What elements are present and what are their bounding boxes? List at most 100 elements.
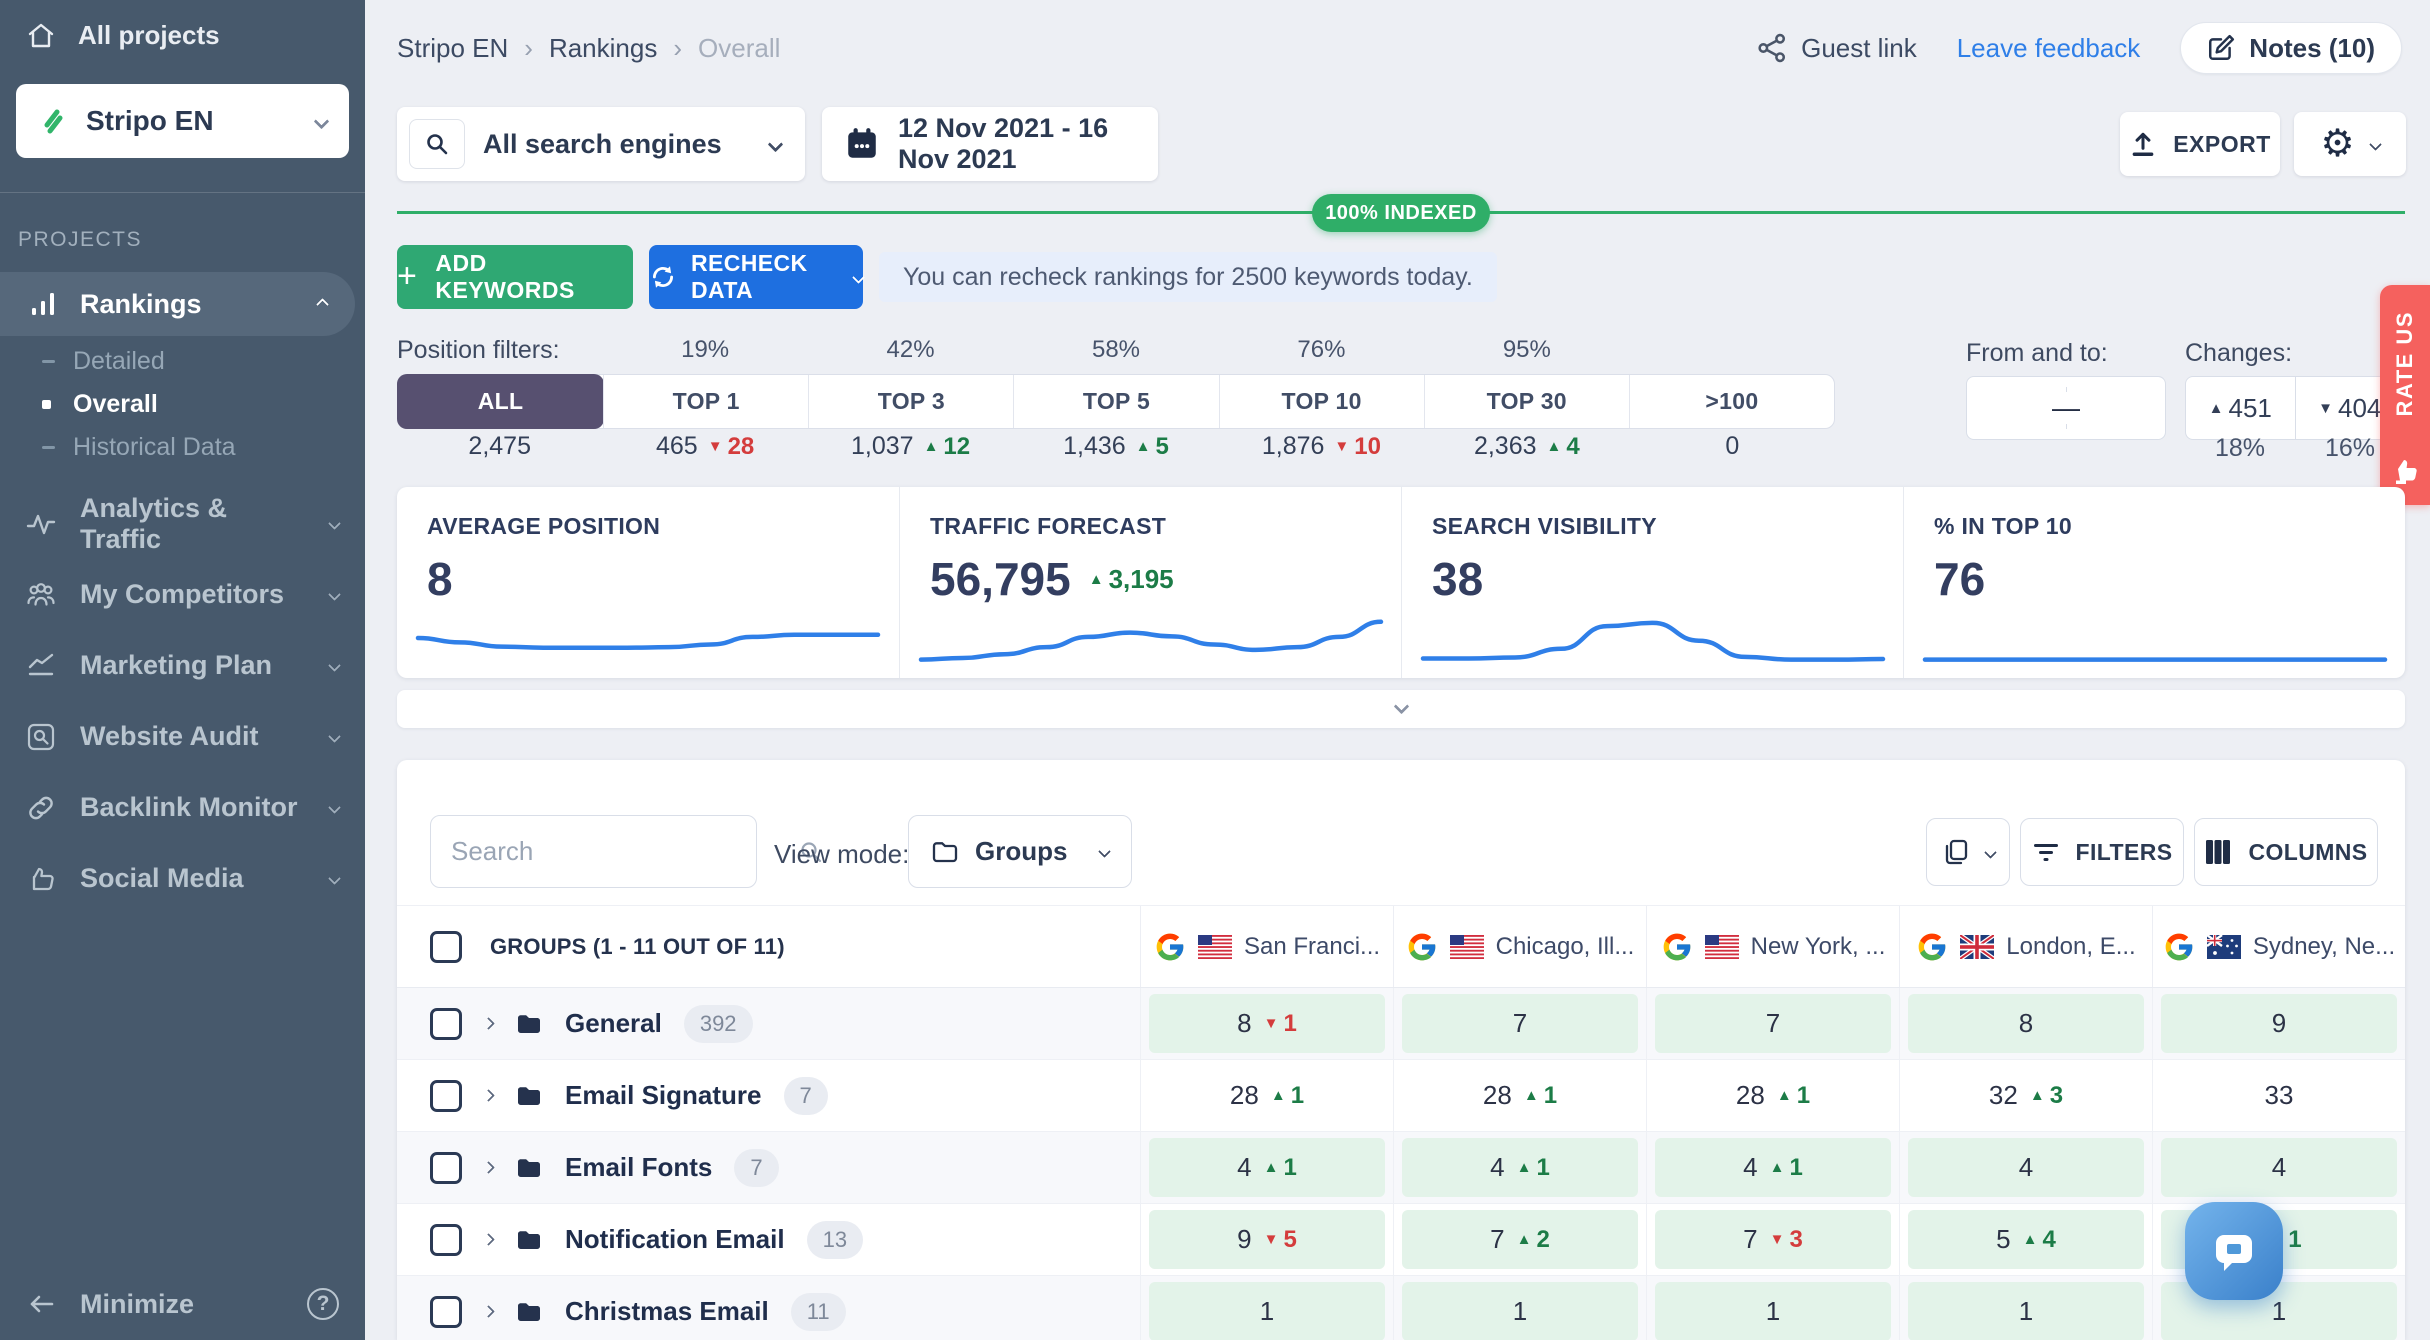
rank-cell[interactable]: 72: [1393, 1204, 1646, 1275]
rank-cell[interactable]: 95: [1140, 1204, 1393, 1275]
project-selector[interactable]: Stripo EN: [16, 84, 349, 158]
rank-cell[interactable]: 81: [1140, 988, 1393, 1059]
sidebar-item-my-competitors[interactable]: My Competitors: [0, 559, 365, 630]
recheck-data-button[interactable]: RECHECK DATA: [649, 245, 865, 309]
chevron-right-icon[interactable]: [482, 1089, 495, 1102]
rank-cell[interactable]: 41: [1646, 1132, 1899, 1203]
flag-gb-icon: [1960, 934, 1995, 959]
group-name[interactable]: Email Signature: [565, 1080, 762, 1111]
rank-cell[interactable]: 1: [1140, 1276, 1393, 1340]
rank-cell[interactable]: 4: [2152, 1132, 2405, 1203]
tab-top1[interactable]: TOP 1: [603, 375, 808, 428]
search-input[interactable]: [451, 836, 786, 867]
chevron-right-icon[interactable]: [482, 1017, 495, 1030]
rank-cell[interactable]: 1: [1899, 1276, 2152, 1340]
help-icon[interactable]: ?: [307, 1288, 339, 1320]
from-and-to-input[interactable]: —: [1966, 376, 2166, 440]
notes-button[interactable]: Notes (10): [2180, 22, 2402, 74]
row-checkbox[interactable]: [430, 1295, 462, 1328]
rank-cell[interactable]: 41: [1140, 1132, 1393, 1203]
rank-cell[interactable]: 4: [1899, 1132, 2152, 1203]
group-name[interactable]: Christmas Email: [565, 1296, 769, 1327]
column-header-london[interactable]: London, E...: [1899, 906, 2152, 987]
count-top5: 1,4365: [1013, 432, 1218, 461]
search-engine-select[interactable]: All search engines: [397, 107, 805, 181]
settings-button[interactable]: ⚙: [2294, 112, 2406, 176]
rank-cell[interactable]: 7: [1393, 988, 1646, 1059]
sidebar-item-rankings[interactable]: Rankings: [0, 272, 355, 336]
rank-cell[interactable]: 41: [1393, 1132, 1646, 1203]
column-header-chicago[interactable]: Chicago, Ill...: [1393, 906, 1646, 987]
tab-top5[interactable]: TOP 5: [1013, 375, 1218, 428]
add-keywords-button[interactable]: + ADD KEYWORDS: [397, 245, 633, 309]
tab-gt100[interactable]: >100: [1628, 375, 1834, 428]
sidebar-item-backlink-monitor[interactable]: Backlink Monitor: [0, 772, 365, 843]
rank-cell[interactable]: 281: [1393, 1060, 1646, 1131]
chat-widget-button[interactable]: [2185, 1202, 2283, 1300]
chevron-right-icon[interactable]: [482, 1161, 495, 1174]
sidebar-item-website-audit[interactable]: Website Audit: [0, 701, 365, 772]
group-name[interactable]: Notification Email: [565, 1224, 785, 1255]
rank-cell[interactable]: 323: [1899, 1060, 2152, 1131]
table-row-email-fonts: Email Fonts 7 41 41 41 4 4: [397, 1132, 2405, 1204]
rate-us-ribbon[interactable]: RATE US: [2380, 285, 2430, 505]
sidebar-item-overall[interactable]: Overall: [0, 383, 365, 426]
group-count-badge: 13: [806, 1220, 864, 1259]
column-header-sydney[interactable]: Sydney, Ne...: [2152, 906, 2405, 987]
column-header-new-york[interactable]: New York, ...: [1646, 906, 1899, 987]
breadcrumb-project[interactable]: Stripo EN: [397, 33, 508, 64]
copy-view-button[interactable]: [1926, 818, 2010, 886]
tab-top10[interactable]: TOP 10: [1218, 375, 1424, 428]
chevron-down-icon: [328, 872, 341, 885]
chevron-right-icon[interactable]: [482, 1233, 495, 1246]
sidebar-footer: Minimize ?: [0, 1268, 365, 1340]
marketing-plan-icon: [28, 653, 54, 675]
rank-cell[interactable]: 7: [1646, 988, 1899, 1059]
sidebar-item-social-media[interactable]: Social Media: [0, 843, 365, 914]
row-checkbox[interactable]: [430, 1079, 462, 1112]
card-value: 8: [427, 553, 453, 605]
column-header-san-francisco[interactable]: San Franci...: [1140, 906, 1393, 987]
sidebar-item-all-projects[interactable]: All projects: [26, 20, 220, 51]
select-all-checkbox[interactable]: [430, 930, 462, 963]
sidebar-item-analytics-traffic[interactable]: Analytics & Traffic: [0, 488, 365, 559]
search-icon: [409, 119, 465, 169]
tab-all[interactable]: ALL: [397, 374, 605, 429]
rank-cell[interactable]: 54: [1899, 1204, 2152, 1275]
row-checkbox[interactable]: [430, 1151, 462, 1184]
leave-feedback-link[interactable]: Leave feedback: [1957, 33, 2141, 64]
position-filter-counts: 2,475 46528 1,03712 1,4365 1,87610 2,363…: [397, 432, 1835, 461]
rank-cell[interactable]: 281: [1646, 1060, 1899, 1131]
guest-link-button[interactable]: Guest link: [1757, 33, 1917, 64]
columns-button[interactable]: COLUMNS: [2194, 818, 2378, 886]
cards-expander[interactable]: [397, 690, 2405, 728]
rank-cell[interactable]: 281: [1140, 1060, 1393, 1131]
minimize-label[interactable]: Minimize: [80, 1289, 283, 1320]
row-checkbox[interactable]: [430, 1223, 462, 1256]
filters-button[interactable]: FILTERS: [2020, 818, 2184, 886]
sidebar-item-historical-data[interactable]: Historical Data: [0, 426, 365, 469]
chevron-right-icon[interactable]: [482, 1305, 495, 1318]
rank-cell[interactable]: 9: [2152, 988, 2405, 1059]
export-button[interactable]: EXPORT: [2120, 112, 2280, 176]
sidebar-item-detailed[interactable]: Detailed: [0, 340, 365, 383]
date-range-picker[interactable]: 12 Nov 2021 - 16 Nov 2021: [822, 107, 1158, 181]
view-mode-select[interactable]: Groups: [908, 815, 1132, 888]
gear-icon: ⚙: [2320, 123, 2355, 165]
rank-cell[interactable]: 8: [1899, 988, 2152, 1059]
rank-cell[interactable]: 1: [1646, 1276, 1899, 1340]
rank-cell[interactable]: 1: [1393, 1276, 1646, 1340]
sidebar-item-marketing-plan[interactable]: Marketing Plan: [0, 630, 365, 701]
change-badge: 3,195: [1089, 564, 1174, 595]
breadcrumb-rankings[interactable]: Rankings: [524, 33, 657, 64]
rank-cell[interactable]: 73: [1646, 1204, 1899, 1275]
tab-top3[interactable]: TOP 3: [808, 375, 1013, 428]
upload-icon: [2132, 132, 2154, 156]
group-name[interactable]: General: [565, 1008, 662, 1039]
group-name[interactable]: Email Fonts: [565, 1152, 712, 1183]
tab-top30[interactable]: TOP 30: [1423, 375, 1629, 428]
rank-cell[interactable]: 33: [2152, 1060, 2405, 1131]
stripo-logo-icon: [44, 109, 63, 134]
row-checkbox[interactable]: [430, 1007, 462, 1040]
change-badge: 5: [1136, 433, 1169, 461]
